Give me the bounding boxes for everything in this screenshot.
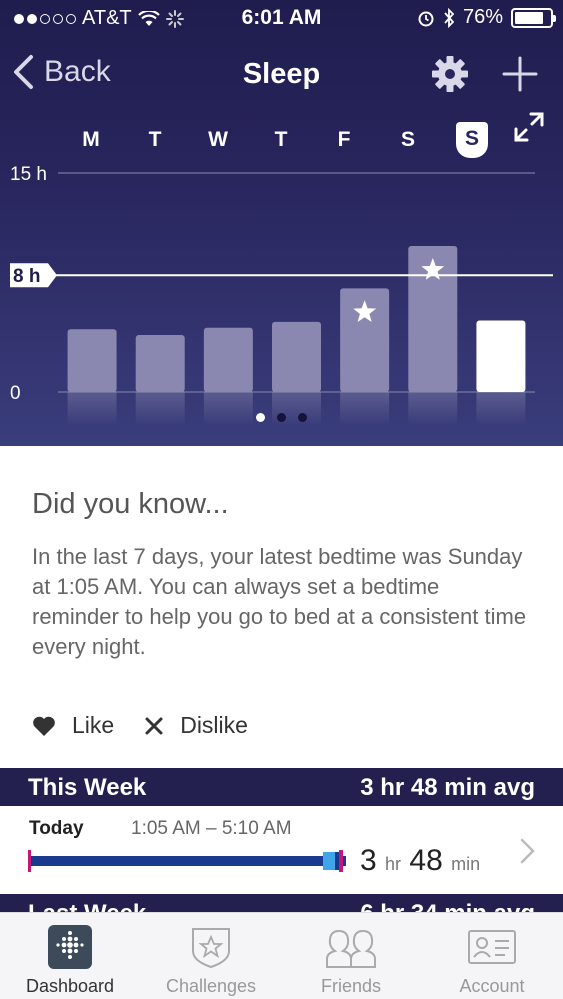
page-dot[interactable]: [298, 413, 307, 422]
tip-body: In the last 7 days, your latest bedtime …: [32, 544, 527, 659]
close-icon: [145, 717, 163, 734]
log-duration: 3 hr 48 min: [360, 844, 481, 877]
friends-icon: [326, 929, 376, 968]
tab-challenges[interactable]: Challenges: [141, 913, 281, 999]
page-indicator: [0, 413, 563, 422]
battery-icon: [511, 7, 556, 28]
nav-bar: Back Sleep: [0, 50, 563, 98]
sleep-bar: [476, 320, 526, 392]
page-dot[interactable]: [277, 413, 286, 422]
dislike-button[interactable]: Dislike: [144, 712, 248, 739]
day-label[interactable]: S: [388, 128, 428, 152]
gear-icon[interactable]: [430, 54, 470, 94]
chevron-right-icon: [520, 838, 535, 864]
day-label[interactable]: M: [71, 128, 111, 152]
like-label: Like: [72, 712, 115, 738]
heart-icon: [33, 716, 55, 736]
challenges-icon: [192, 928, 230, 969]
battery-percent: 76%: [462, 6, 503, 28]
account-icon: [468, 930, 516, 964]
add-icon[interactable]: [500, 54, 540, 94]
day-label[interactable]: T: [135, 128, 175, 152]
tip-actions: Like Dislike: [32, 712, 248, 739]
y-tick-label: 0: [10, 383, 21, 404]
sleep-bar: [203, 327, 253, 392]
this-week-header: This Week 3 hr 48 min avg: [0, 768, 563, 806]
goal-label: 8 h: [13, 266, 40, 287]
day-label-selected[interactable]: S: [456, 122, 488, 158]
tab-bar: Dashboard Challenges Friends Account: [0, 912, 563, 999]
tab-label: Account: [459, 976, 525, 996]
alarm-icon: [418, 11, 434, 26]
page-title: Sleep: [242, 58, 321, 90]
tab-label: Dashboard: [25, 976, 115, 996]
bluetooth-icon: [444, 7, 455, 28]
this-week-label: This Week: [28, 774, 147, 801]
tab-account[interactable]: Account: [422, 913, 562, 999]
tab-label: Challenges: [165, 976, 257, 996]
tab-friends[interactable]: Friends: [281, 913, 421, 999]
dislike-label: Dislike: [180, 712, 248, 738]
expand-icon[interactable]: [512, 110, 546, 144]
sleep-log-row[interactable]: Today 1:05 AM – 5:10 AM 3 hr 48 min: [0, 806, 563, 894]
sleep-bar: [135, 335, 185, 392]
day-label[interactable]: W: [198, 128, 238, 152]
log-day-label: Today: [29, 818, 84, 839]
dashboard-icon: [48, 925, 92, 969]
tab-label: Friends: [320, 976, 382, 996]
status-bar: AT&T 6:01 AM 76%: [0, 0, 563, 36]
log-time-range: 1:05 AM – 5:10 AM: [131, 818, 292, 839]
page-dot[interactable]: [256, 413, 265, 422]
sleep-bar: [67, 329, 117, 392]
last-week-header: Last Week 6 hr 34 min avg: [0, 894, 563, 914]
day-label[interactable]: F: [324, 128, 364, 152]
weekday-row: M T W T F S S: [0, 118, 563, 158]
tip-title: Did you know...: [32, 488, 229, 520]
tab-dashboard[interactable]: Dashboard: [0, 913, 140, 999]
sleep-bar-chart: 15 h 0 8 h: [10, 164, 553, 426]
sleep-pattern-bar: [28, 850, 346, 872]
this-week-average: 3 hr 48 min avg: [360, 774, 535, 801]
sleep-bar: [272, 321, 321, 392]
like-button[interactable]: Like: [32, 712, 114, 739]
sleep-header: AT&T 6:01 AM 76% Back Sleep M T W T F S …: [0, 0, 563, 446]
day-label[interactable]: T: [261, 128, 301, 152]
y-tick-label: 15 h: [10, 164, 47, 185]
